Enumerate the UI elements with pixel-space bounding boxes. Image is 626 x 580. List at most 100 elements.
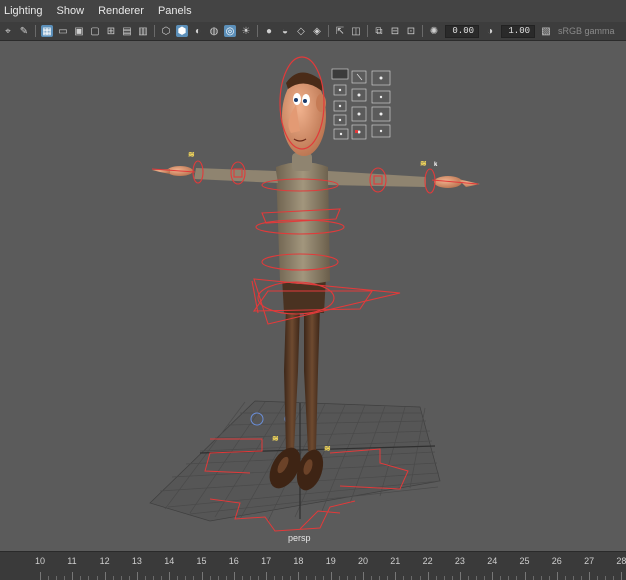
toolbar-divider (154, 25, 155, 37)
timeline-minor-tick (605, 576, 607, 580)
handle-marker-left-foot: ≋ (272, 434, 279, 443)
handle-marker-right: ≋ (420, 159, 427, 168)
timeline-minor-tick (274, 576, 276, 580)
wireframe-icon[interactable]: ⬡ (160, 25, 172, 37)
timeline-minor-tick (241, 576, 243, 580)
menu-show[interactable]: Show (50, 0, 92, 22)
timeline-minor-tick (306, 576, 308, 580)
shadows-icon[interactable]: ● (263, 25, 275, 37)
xray-joints-icon[interactable]: ⧉ (373, 25, 385, 37)
timeline-tick-label: 19 (325, 556, 336, 566)
timeline-minor-tick (144, 576, 146, 580)
character-head (282, 72, 326, 156)
toolbar-divider (257, 25, 258, 37)
timeline-minor-tick (290, 576, 292, 580)
timeline-tick-label: 11 (67, 556, 77, 566)
face-control-picker (331, 68, 391, 140)
menu-panels[interactable]: Panels (151, 0, 199, 22)
ambient-occlusion-icon[interactable]: ◒ (279, 25, 291, 37)
image-plane-icon[interactable]: ⊡ (405, 25, 417, 37)
exposure-field[interactable]: 0.00 (445, 24, 479, 38)
timeline-minor-tick (177, 576, 179, 580)
timeline-minor-tick (540, 576, 542, 580)
timeline-minor-tick (467, 576, 469, 580)
timeline-tick-label: 12 (99, 556, 110, 566)
isolate-select-icon[interactable]: ⇱ (334, 25, 346, 37)
timeline-minor-tick (387, 576, 389, 580)
time-slider[interactable]: 10 11 12 13 14 15 16 17 18 19 20 21 22 23 24 25 26 27 28 (0, 551, 626, 580)
timeline-minor-tick (443, 576, 445, 580)
color-space-label[interactable]: sRGB gamma (558, 26, 615, 36)
safe-title-icon[interactable]: ▥ (137, 25, 149, 37)
perspective-viewport[interactable]: ≋ ≋ ≋ ≋ k persp (0, 41, 626, 551)
lighting-icon[interactable]: ☀ (240, 25, 252, 37)
select-camera-icon[interactable]: ⌖ (2, 25, 14, 37)
xray-icon[interactable]: ◫ (350, 25, 362, 37)
timeline-minor-tick (419, 576, 421, 580)
timeline-minor-tick (217, 576, 219, 580)
gamma-icon[interactable]: ◑ (484, 25, 496, 37)
handle-marker-left: ≋ (188, 150, 195, 159)
timeline-minor-tick (209, 576, 211, 580)
timeline-minor-tick (48, 576, 50, 580)
timeline-minor-tick (564, 576, 566, 580)
timeline-minor-tick (597, 576, 599, 580)
timeline-minor-tick (185, 576, 187, 580)
timeline-minor-tick (371, 576, 373, 580)
timeline-tick-label: 26 (551, 556, 562, 566)
wireframe-on-shaded-icon[interactable]: ◍ (208, 25, 220, 37)
timeline-minor-tick (64, 576, 66, 580)
field-chart-icon[interactable]: ⊞ (105, 25, 117, 37)
timeline-minor-tick (322, 576, 324, 580)
anti-aliasing-icon[interactable]: ◇ (295, 25, 307, 37)
resolution-gate-icon[interactable]: ▣ (73, 25, 85, 37)
timeline-minor-tick (484, 576, 486, 580)
safe-action-icon[interactable]: ▤ (121, 25, 133, 37)
timeline-minor-tick (112, 576, 114, 580)
textured-icon[interactable]: ◎ (224, 25, 236, 37)
timeline-minor-tick (249, 576, 251, 580)
menu-renderer[interactable]: Renderer (91, 0, 151, 22)
color-management-icon[interactable]: ▧ (540, 25, 552, 37)
timeline-tick-label: 27 (584, 556, 595, 566)
timeline-minor-tick (532, 576, 534, 580)
xray-active-components-icon[interactable]: ⊟ (389, 25, 401, 37)
film-gate-icon[interactable]: ▭ (57, 25, 69, 37)
timeline-minor-tick (338, 576, 340, 580)
timeline-tick-label: 14 (164, 556, 175, 566)
gamma-field[interactable]: 1.00 (501, 24, 535, 38)
timeline-minor-tick (572, 576, 574, 580)
timeline-minor-tick (56, 576, 58, 580)
toolbar-divider (367, 25, 368, 37)
timeline-minor-tick (508, 576, 510, 580)
timeline-minor-tick (548, 576, 550, 580)
handle-marker-right-foot: ≋ (324, 444, 331, 453)
timeline-tick-label: 24 (487, 556, 498, 566)
menu-lighting[interactable]: Lighting (0, 0, 50, 22)
smooth-shade-icon[interactable]: ⬢ (176, 25, 188, 37)
gate-mask-icon[interactable]: ▢ (89, 25, 101, 37)
timeline-minor-tick (500, 576, 502, 580)
panel-menu-bar: Lighting Show Renderer Panels (0, 0, 626, 22)
timeline-minor-tick (613, 576, 615, 580)
character-legs (269, 306, 324, 491)
panel-toolbar: ⌖ ✎ ▦ ▭ ▣ ▢ ⊞ ▤ ▥ ⬡ ⬢ ◐ ◍ ◎ ☀ ● ◒ ◇ ◈ ⇱ … (0, 22, 626, 41)
timeline-tick-label: 21 (390, 556, 401, 566)
timeline-minor-tick (314, 576, 316, 580)
use-default-material-icon[interactable]: ◐ (192, 25, 204, 37)
timeline-minor-tick (153, 576, 155, 580)
timeline-minor-tick (96, 576, 98, 580)
timeline-minor-tick (476, 576, 478, 580)
timeline-minor-tick (451, 576, 453, 580)
timeline-tick-label: 20 (358, 556, 369, 566)
exposure-icon[interactable]: ✺ (428, 25, 440, 37)
timeline-minor-tick (88, 576, 90, 580)
grid-icon[interactable]: ▦ (41, 25, 53, 37)
toolbar-divider (328, 25, 329, 37)
timeline-minor-tick (161, 576, 163, 580)
camera-attributes-icon[interactable]: ✎ (18, 25, 30, 37)
timeline-minor-tick (354, 576, 356, 580)
timeline-tick-label: 18 (293, 556, 304, 566)
camera-name-label: persp (288, 533, 311, 543)
depth-of-field-icon[interactable]: ◈ (311, 25, 323, 37)
